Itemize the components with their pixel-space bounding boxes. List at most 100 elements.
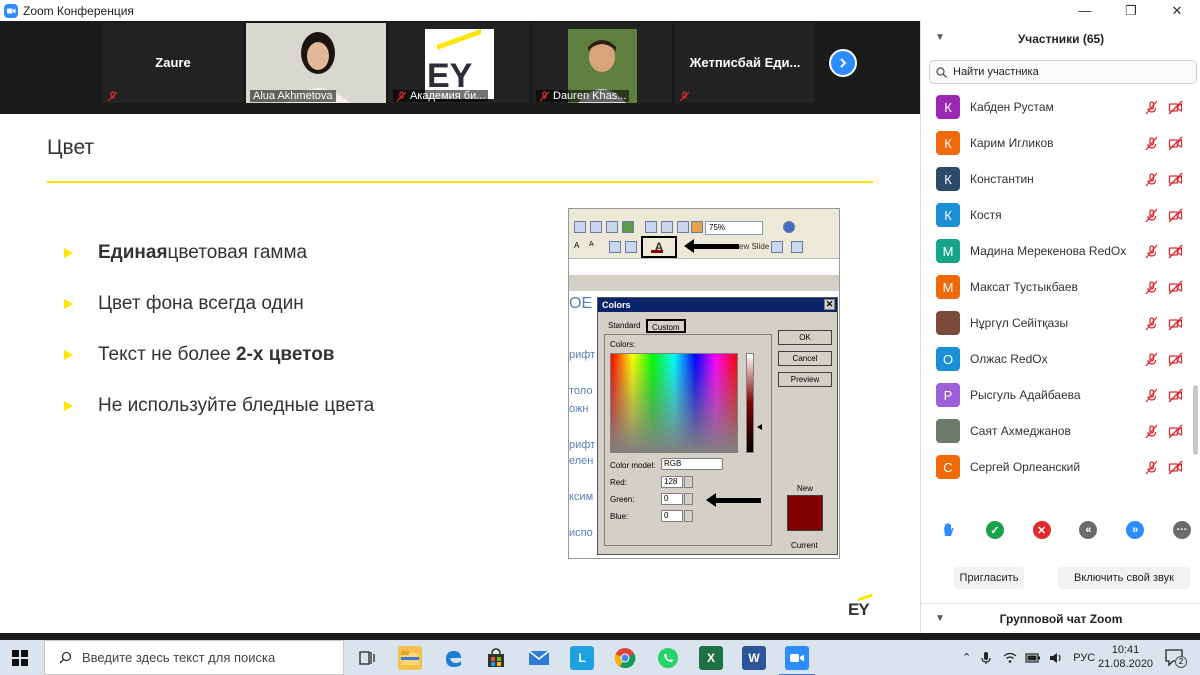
zoom-taskbar-icon[interactable]: [779, 646, 815, 675]
muted-mic-icon[interactable]: [1144, 136, 1159, 151]
excel-icon[interactable]: X: [699, 646, 723, 670]
chevron-down-icon[interactable]: ▼: [935, 613, 945, 624]
colors-dialog-screenshot: 75% A A A ew Slide ОЕ рифт толо ожн рифт…: [568, 208, 840, 559]
participant-row[interactable]: К Карим Игликов: [921, 125, 1191, 161]
color-spectrum: [610, 353, 738, 453]
video-off-icon[interactable]: [1168, 244, 1183, 259]
wifi-icon[interactable]: [1003, 652, 1017, 664]
video-off-icon[interactable]: [1168, 388, 1183, 403]
more-icon[interactable]: ···: [1172, 521, 1191, 539]
muted-mic-icon[interactable]: [1144, 424, 1159, 439]
muted-mic-icon[interactable]: [1144, 172, 1159, 187]
mail-icon[interactable]: [527, 646, 551, 670]
volume-icon[interactable]: [1049, 652, 1063, 664]
video-tile[interactable]: EY Академия би...: [389, 23, 529, 103]
participant-row[interactable]: М Мадина Мерекенова RedOx: [921, 233, 1191, 269]
participant-row[interactable]: М Максат Тустыкбаев: [921, 269, 1191, 305]
video-off-icon[interactable]: [1168, 460, 1183, 475]
close-icon: ✕: [824, 299, 835, 310]
yes-icon[interactable]: ✓: [985, 521, 1004, 539]
scrollbar[interactable]: [1193, 385, 1198, 455]
chevron-down-icon[interactable]: ▼: [935, 32, 945, 43]
zoom-app-icon: [4, 3, 18, 18]
muted-mic-icon[interactable]: [1144, 388, 1159, 403]
avatar: М: [936, 239, 960, 263]
muted-mic-icon[interactable]: [1144, 460, 1159, 475]
chevron-up-icon[interactable]: ⌃: [962, 651, 971, 664]
battery-icon[interactable]: [1025, 652, 1041, 663]
participant-row[interactable]: К Костя: [921, 197, 1191, 233]
title-bar: Zoom Конференция — ❐ ✕: [0, 0, 1200, 21]
clock-time: 10:41: [1111, 644, 1140, 656]
microphone-icon[interactable]: [981, 651, 991, 665]
video-tile-active-speaker[interactable]: Alua Akhmetova: [246, 23, 386, 103]
ey-logo: EY: [848, 593, 872, 620]
go-faster-icon[interactable]: »: [1126, 521, 1145, 539]
participant-caption: Dauren Khas...: [553, 90, 627, 102]
participant-name: Кабден Рустам: [970, 100, 1054, 114]
video-off-icon[interactable]: [1168, 352, 1183, 367]
video-off-icon[interactable]: [1168, 316, 1183, 331]
slide-divider: [47, 181, 873, 183]
muted-mic-icon[interactable]: [1144, 208, 1159, 223]
raise-hand-icon[interactable]: [939, 521, 957, 539]
task-view-icon[interactable]: [355, 646, 379, 670]
notification-center-icon[interactable]: 2: [1165, 649, 1187, 668]
participant-row[interactable]: Саят Ахмеджанов: [921, 413, 1191, 449]
participant-row[interactable]: Нұргүл Сейітқазы: [921, 305, 1191, 341]
background-text: ОЕ: [569, 295, 593, 312]
whatsapp-icon[interactable]: [656, 646, 680, 670]
participant-row[interactable]: К Константин: [921, 161, 1191, 197]
cancel-button: Cancel: [778, 351, 832, 366]
no-icon[interactable]: ✕: [1032, 521, 1051, 539]
colors-label: Colors:: [610, 340, 636, 349]
background-text: испо: [569, 527, 593, 539]
store-icon[interactable]: [484, 646, 508, 670]
lync-app-icon[interactable]: L: [570, 646, 594, 670]
muted-mic-icon[interactable]: [1144, 244, 1159, 259]
edge-browser-icon[interactable]: [441, 646, 465, 670]
video-tile[interactable]: Dauren Khas...: [532, 23, 672, 103]
preview-button: Preview: [778, 372, 832, 387]
participant-row[interactable]: О Олжас RedOx: [921, 341, 1191, 377]
video-off-icon[interactable]: [1168, 100, 1183, 115]
participant-row[interactable]: К Кабден Рустам: [921, 89, 1191, 125]
video-tile[interactable]: Zaure: [103, 23, 243, 103]
muted-mic-icon[interactable]: [1144, 280, 1159, 295]
bullet-list: Единая цветовая гамма Цвет фона всегда о…: [64, 227, 374, 431]
invite-button[interactable]: Пригласить: [954, 567, 1024, 589]
muted-mic-icon[interactable]: [1144, 316, 1159, 331]
arrow-indicator-icon: [706, 493, 761, 507]
taskbar-search-input[interactable]: Введите здесь текст для поиска: [44, 640, 344, 675]
close-button[interactable]: ✕: [1154, 0, 1200, 21]
maximize-button[interactable]: ❐: [1108, 0, 1154, 21]
participant-row[interactable]: Р Рысгуль Адайбаева: [921, 377, 1191, 413]
video-off-icon[interactable]: [1168, 208, 1183, 223]
clock[interactable]: 10:41 21.08.2020: [1098, 643, 1153, 671]
muted-mic-icon: [396, 90, 407, 101]
video-off-icon[interactable]: [1168, 280, 1183, 295]
participant-name: Рысгуль Адайбаева: [970, 388, 1081, 402]
word-icon[interactable]: W: [742, 646, 766, 670]
windows-start-icon[interactable]: [12, 650, 28, 666]
participant-search-input[interactable]: Найти участника: [929, 60, 1197, 84]
minimize-button[interactable]: —: [1062, 0, 1108, 21]
next-page-button[interactable]: [829, 49, 857, 77]
video-tile[interactable]: Жетписбай Еди...: [675, 23, 815, 103]
font-color-button: A: [641, 236, 677, 258]
chat-header: ▼ Групповой чат Zoom: [921, 603, 1200, 633]
windows-taskbar: Введите здесь текст для поиска L X W ⌃ Р…: [0, 640, 1200, 675]
video-off-icon[interactable]: [1168, 424, 1183, 439]
muted-mic-icon[interactable]: [1144, 352, 1159, 367]
green-field: 0: [661, 493, 683, 505]
language-indicator[interactable]: РУС: [1073, 652, 1095, 664]
video-off-icon[interactable]: [1168, 136, 1183, 151]
participant-row[interactable]: С Сергей Орлеанский: [921, 449, 1191, 485]
muted-mic-icon[interactable]: [1144, 100, 1159, 115]
participant-name: Нұргүл Сейітқазы: [970, 316, 1069, 330]
unmute-me-button[interactable]: Включить свой звук: [1058, 567, 1190, 589]
file-explorer-icon[interactable]: [398, 646, 422, 670]
go-slower-icon[interactable]: «: [1079, 521, 1098, 539]
video-off-icon[interactable]: [1168, 172, 1183, 187]
chrome-icon[interactable]: [613, 646, 637, 670]
